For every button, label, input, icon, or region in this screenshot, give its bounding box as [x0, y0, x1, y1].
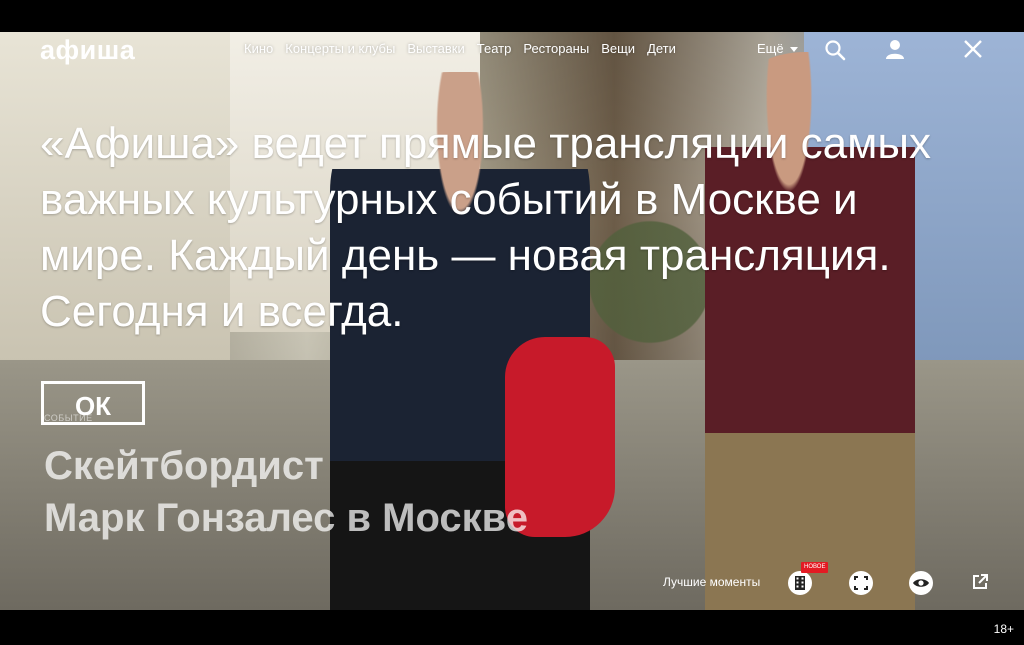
nav-item-theatre[interactable]: Театр [477, 40, 512, 58]
overlay-headline: «Афиша» ведет прямые трансляции самых ва… [40, 119, 932, 336]
nav-item-restaurants[interactable]: Рестораны [523, 40, 589, 58]
user-icon [886, 40, 904, 59]
main-nav: Кино Концерты и клубы Выставки Театр Рес… [244, 40, 688, 58]
fullscreen-icon [849, 571, 873, 595]
film-reel-icon [788, 571, 812, 595]
best-moments-button[interactable] [787, 570, 813, 601]
chevron-down-icon [789, 46, 798, 52]
nav-item-exhibitions[interactable]: Выставки [407, 40, 464, 58]
new-badge: НОВОЕ [801, 562, 829, 573]
eye-icon [909, 571, 933, 595]
fullscreen-button[interactable] [848, 570, 874, 601]
open-external-button[interactable] [970, 572, 990, 597]
video-controls: Лучшие моменты [663, 570, 774, 594]
more-label: Ещё [757, 41, 784, 56]
external-link-icon [973, 574, 988, 589]
best-moments-link[interactable]: Лучшие моменты [663, 570, 760, 594]
page: афиша Кино Концерты и клубы Выставки Теа… [0, 0, 1024, 645]
nav-item-kids[interactable]: Дети [647, 40, 676, 58]
nav-item-things[interactable]: Вещи [601, 40, 635, 58]
site-logo[interactable]: афиша [40, 36, 135, 64]
search-button[interactable] [824, 39, 846, 66]
more-menu-button[interactable]: Ещё [757, 40, 798, 58]
age-rating: 18+ [993, 622, 1014, 636]
event-title-line-2: Марк Гонзалес в Москве [44, 496, 528, 540]
close-icon [964, 40, 982, 58]
nav-item-kino[interactable]: Кино [244, 40, 273, 58]
ok-button[interactable]: ОК [41, 381, 145, 425]
event-title-line-1: Скейтбордист [44, 444, 324, 488]
nav-item-concerts[interactable]: Концерты и клубы [285, 40, 395, 58]
profile-button[interactable] [884, 38, 906, 65]
event-title[interactable]: Скейтбордист Марк Гонзалес в Москве [44, 440, 528, 544]
watch-mode-button[interactable] [908, 570, 934, 601]
close-button[interactable] [962, 38, 984, 65]
search-icon [825, 40, 846, 61]
